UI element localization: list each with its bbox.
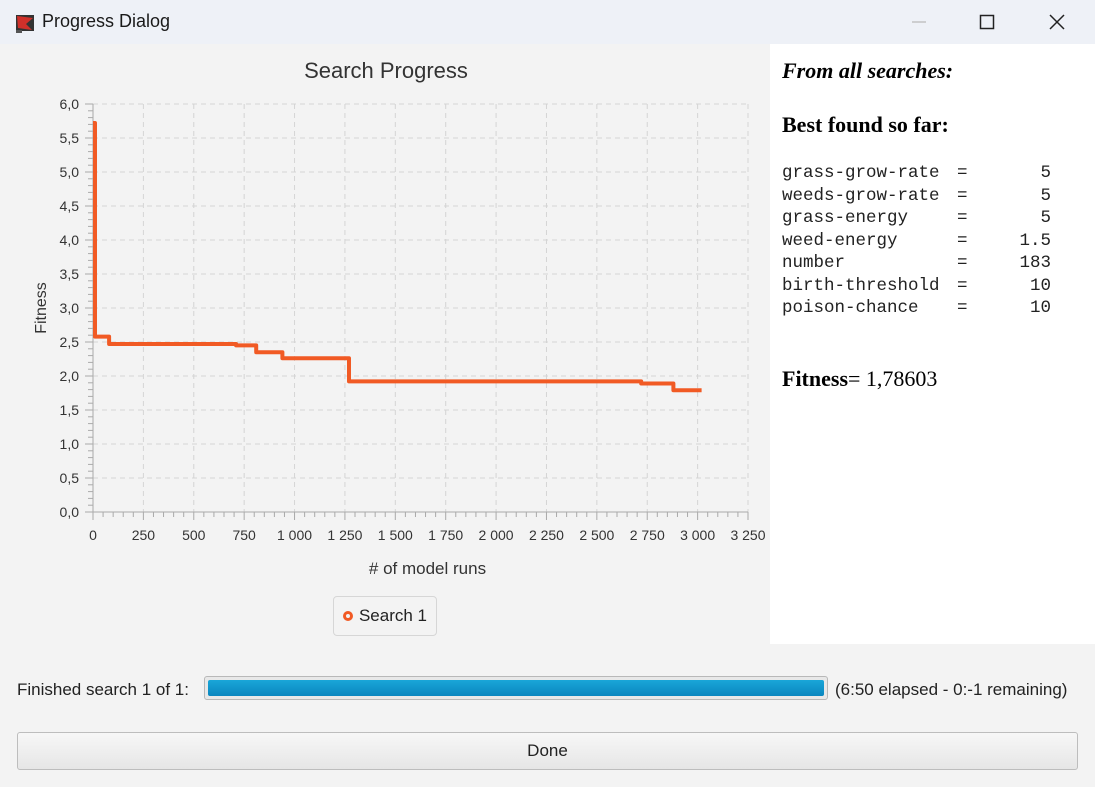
- y-tick-label: 0,5: [60, 470, 80, 486]
- param-value: 5: [1040, 185, 1051, 206]
- legend-marker-icon: [342, 611, 353, 621]
- param-name: grass-energy: [782, 208, 909, 228]
- app-icon: [16, 15, 34, 33]
- chart-legend: Search 1: [333, 596, 437, 636]
- fitness-chart: 0 250 500 750 1 000 1 250 1 500 1 750 2 000 2 250…: [33, 96, 766, 578]
- y-tick-label: 2,5: [60, 334, 80, 350]
- elapsed-text: (6:50 elapsed - 0:-1 remaining): [835, 680, 1068, 699]
- param-equals: =: [957, 275, 968, 296]
- param-row: birth-threshold = 10: [782, 275, 1051, 298]
- y-tick-label: 1,5: [60, 402, 80, 418]
- x-tick-label: 3 000: [680, 527, 715, 543]
- param-value: 183: [1019, 253, 1051, 273]
- param-row: poison-chance = 10: [782, 297, 1051, 320]
- y-tick-label: 5,5: [60, 130, 80, 146]
- x-tick-label: 1 250: [327, 527, 362, 543]
- x-tick-label: 1 500: [378, 527, 413, 543]
- results-panel: From all searches: Best found so far: gr…: [770, 44, 1095, 644]
- maximize-button[interactable]: [952, 0, 1022, 44]
- param-equals: =: [957, 253, 968, 273]
- param-equals: =: [957, 208, 968, 228]
- y-tick-label: 3,0: [60, 300, 80, 316]
- close-button[interactable]: [1022, 0, 1092, 44]
- y-tick-label: 3,5: [60, 266, 80, 282]
- legend-label: Search 1: [358, 606, 428, 625]
- param-row: grass-energy = 5: [782, 207, 1051, 230]
- param-value: 5: [1040, 208, 1051, 228]
- parameter-list: grass-grow-rate = 5 weeds-grow-rate = 5 gras…: [782, 162, 1051, 320]
- param-name: number: [782, 253, 846, 273]
- title-bar: Progress Dialog: [0, 0, 1095, 44]
- x-tick-label: 1 750: [428, 527, 463, 543]
- param-value: 10: [1029, 298, 1051, 318]
- param-value: 1.5: [1019, 230, 1051, 251]
- param-name: weed-energy: [782, 230, 898, 251]
- x-tick-label: 0: [89, 527, 97, 543]
- param-row: weeds-grow-rate = 5: [782, 185, 1051, 208]
- best-found-heading: Best found so far:: [782, 112, 949, 137]
- y-tick-label: 4,5: [60, 198, 80, 214]
- minimize-icon: [912, 21, 926, 23]
- series-line: [93, 121, 702, 393]
- minimize-button[interactable]: [884, 0, 954, 44]
- maximize-icon: [979, 14, 995, 30]
- y-tick-label: 1,0: [60, 436, 80, 452]
- param-equals: =: [957, 230, 968, 251]
- y-tick-label: 6,0: [60, 96, 80, 112]
- param-row: weed-energy = 1.5: [782, 230, 1051, 253]
- status-label: Finished search 1 of 1:: [17, 680, 189, 699]
- fitness-value: = 1,78603: [848, 366, 938, 391]
- chart-panel: Search Progress 0 250 500 750 1 000 1 250 1 50…: [0, 44, 770, 644]
- y-tick-label: 2,0: [60, 368, 80, 384]
- param-name: grass-grow-rate: [782, 163, 940, 183]
- param-value: 5: [1040, 163, 1051, 183]
- param-name: poison-chance: [782, 298, 919, 318]
- param-name: birth-threshold: [782, 275, 940, 296]
- y-tick-label: 5,0: [60, 164, 80, 180]
- best-fitness: Fitness= 1,78603: [782, 366, 937, 392]
- fitness-label: Fitness: [782, 366, 848, 391]
- x-tick-label: 750: [232, 527, 256, 543]
- x-tick-label: 1 000: [277, 527, 312, 543]
- param-value: 10: [1029, 275, 1051, 296]
- x-tick-label: 2 750: [630, 527, 665, 543]
- done-button[interactable]: Done: [17, 732, 1078, 770]
- progress-bar-fill: [208, 680, 824, 696]
- window-title: Progress Dialog: [42, 11, 171, 31]
- param-equals: =: [957, 163, 968, 183]
- x-tick-label: 2 000: [479, 527, 514, 543]
- y-tick-label: 0,0: [60, 504, 80, 520]
- all-searches-heading: From all searches:: [782, 58, 954, 83]
- x-axis-label: # of model runs: [369, 559, 486, 578]
- x-tick-label: 2 250: [529, 527, 564, 543]
- progress-bar: [204, 676, 828, 700]
- param-name: weeds-grow-rate: [782, 185, 940, 206]
- param-equals: =: [957, 185, 968, 206]
- x-tick-label: 500: [182, 527, 206, 543]
- x-tick-label: 2 500: [579, 527, 614, 543]
- y-tick-label: 4,0: [60, 232, 80, 248]
- close-icon: [1049, 14, 1065, 30]
- x-tick-label: 250: [132, 527, 156, 543]
- param-equals: =: [957, 298, 968, 318]
- param-row: grass-grow-rate = 5: [782, 162, 1051, 185]
- x-tick-label: 3 250: [730, 527, 765, 543]
- y-axis-label: Fitness: [33, 282, 50, 334]
- chart-grid: [93, 103, 749, 512]
- param-row: number = 183: [782, 252, 1051, 275]
- chart-axes: 0 250 500 750 1 000 1 250 1 500 1 750 2 000 2 250…: [60, 96, 766, 543]
- chart-series: [93, 121, 702, 393]
